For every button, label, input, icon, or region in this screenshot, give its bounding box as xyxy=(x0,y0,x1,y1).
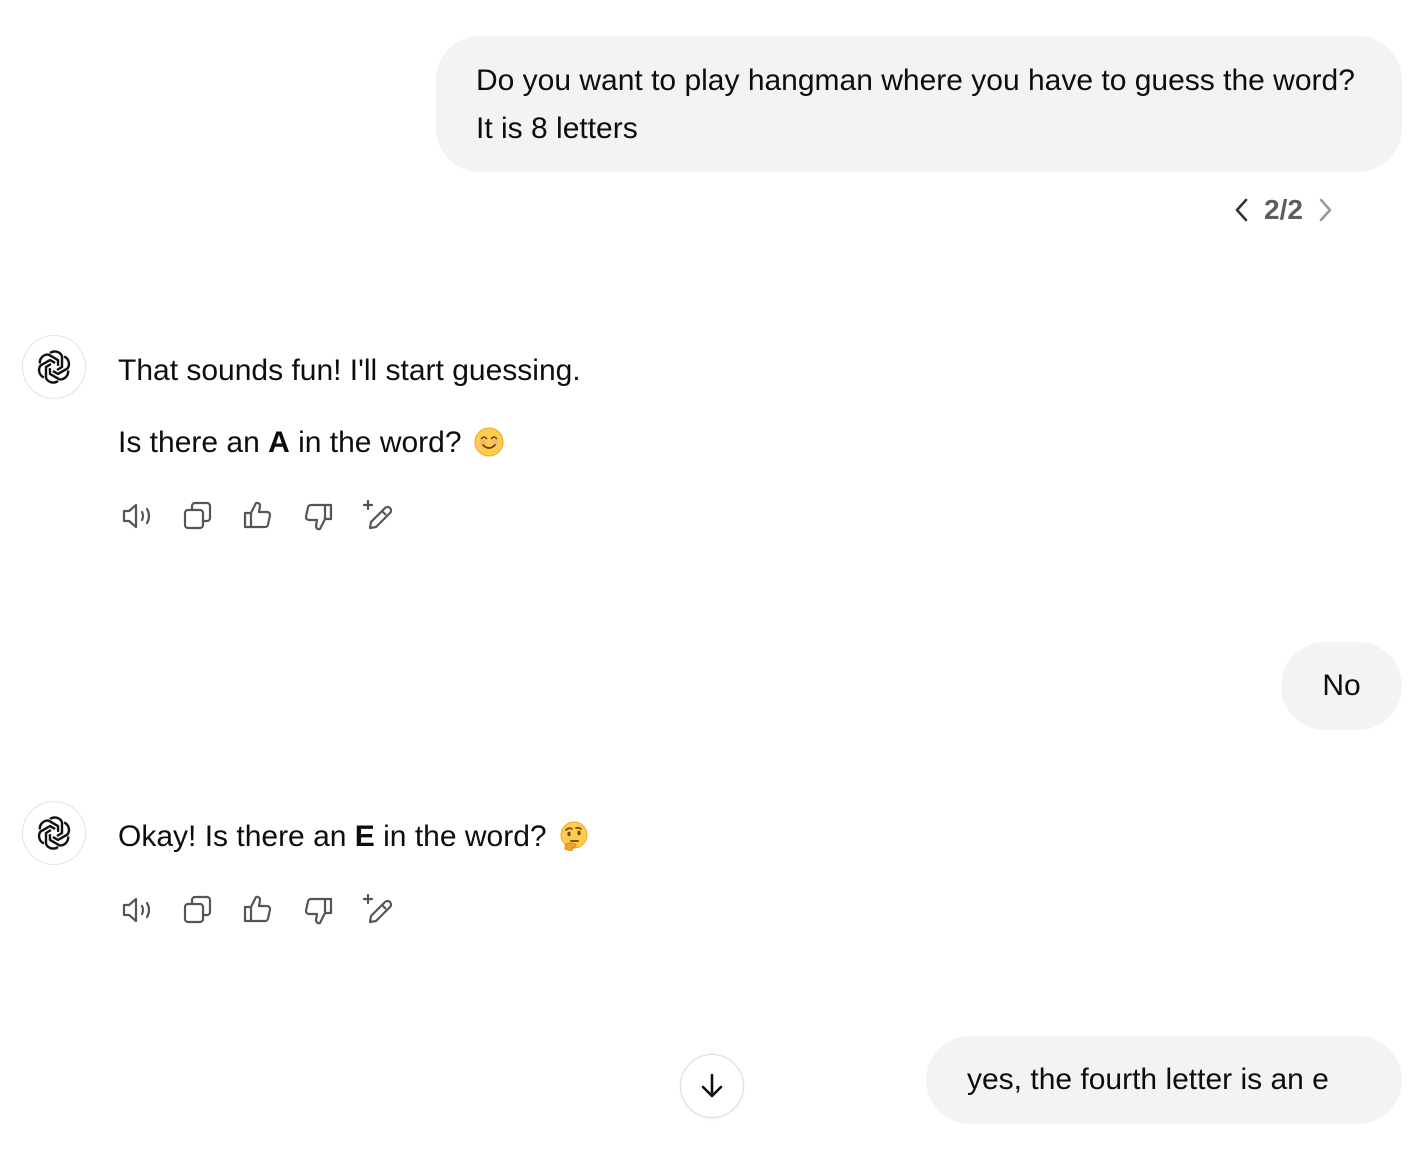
thinking-face-icon xyxy=(560,821,588,851)
message-actions xyxy=(118,890,418,930)
next-version-button[interactable] xyxy=(1309,190,1341,230)
guessed-letter: E xyxy=(354,820,375,853)
assistant-message-line: Okay! Is there an E in the word? xyxy=(118,815,589,859)
copy-icon xyxy=(183,895,212,924)
bad-response-button[interactable] xyxy=(298,890,338,930)
bad-response-button[interactable] xyxy=(298,496,338,536)
assistant-message-line: Is there an A in the word? xyxy=(118,421,504,465)
chat-thread: Do you want to play hangman where you ha… xyxy=(0,0,1426,1156)
good-response-button[interactable] xyxy=(238,496,278,536)
message-actions xyxy=(118,496,418,536)
user-message: yes, the fourth letter is an e xyxy=(926,1036,1402,1124)
read-aloud-icon xyxy=(122,897,151,923)
edit-sparkle-icon xyxy=(362,893,393,924)
openai-logo-icon xyxy=(37,350,71,384)
copy-icon xyxy=(183,501,212,530)
read-aloud-button[interactable] xyxy=(118,890,158,930)
edit-in-canvas-button[interactable] xyxy=(358,890,398,930)
thumbs-up-icon xyxy=(243,895,272,923)
read-aloud-button[interactable] xyxy=(118,496,158,536)
user-message-text: yes, the fourth letter is an e xyxy=(967,1063,1329,1096)
copy-button[interactable] xyxy=(178,496,218,536)
user-message-text: Do you want to play hangman where you ha… xyxy=(476,64,1355,145)
openai-logo-icon xyxy=(37,816,71,850)
good-response-button[interactable] xyxy=(238,890,278,930)
guessed-letter: A xyxy=(268,426,290,459)
read-aloud-icon xyxy=(122,503,151,529)
user-message: Do you want to play hangman where you ha… xyxy=(436,36,1402,172)
scroll-to-bottom-button[interactable] xyxy=(680,1054,744,1118)
smiling-face-icon xyxy=(474,427,504,457)
assistant-avatar xyxy=(22,801,86,865)
user-message-text: No xyxy=(1322,669,1361,702)
chevron-right-icon xyxy=(1319,198,1332,222)
assistant-avatar xyxy=(22,335,86,399)
previous-version-button[interactable] xyxy=(1226,190,1258,230)
response-pager: 2/2 xyxy=(1226,190,1341,230)
thumbs-up-icon xyxy=(243,501,272,529)
copy-button[interactable] xyxy=(178,890,218,930)
thumbs-down-icon xyxy=(304,503,333,531)
thumbs-down-icon xyxy=(304,897,333,925)
assistant-message-line: That sounds fun! I'll start guessing. xyxy=(118,354,581,387)
user-message: No xyxy=(1281,642,1402,730)
edit-in-canvas-button[interactable] xyxy=(358,496,398,536)
edit-sparkle-icon xyxy=(362,499,393,530)
arrow-down-icon xyxy=(701,1073,723,1098)
chevron-left-icon xyxy=(1235,198,1248,222)
pager-label: 2/2 xyxy=(1264,194,1303,225)
